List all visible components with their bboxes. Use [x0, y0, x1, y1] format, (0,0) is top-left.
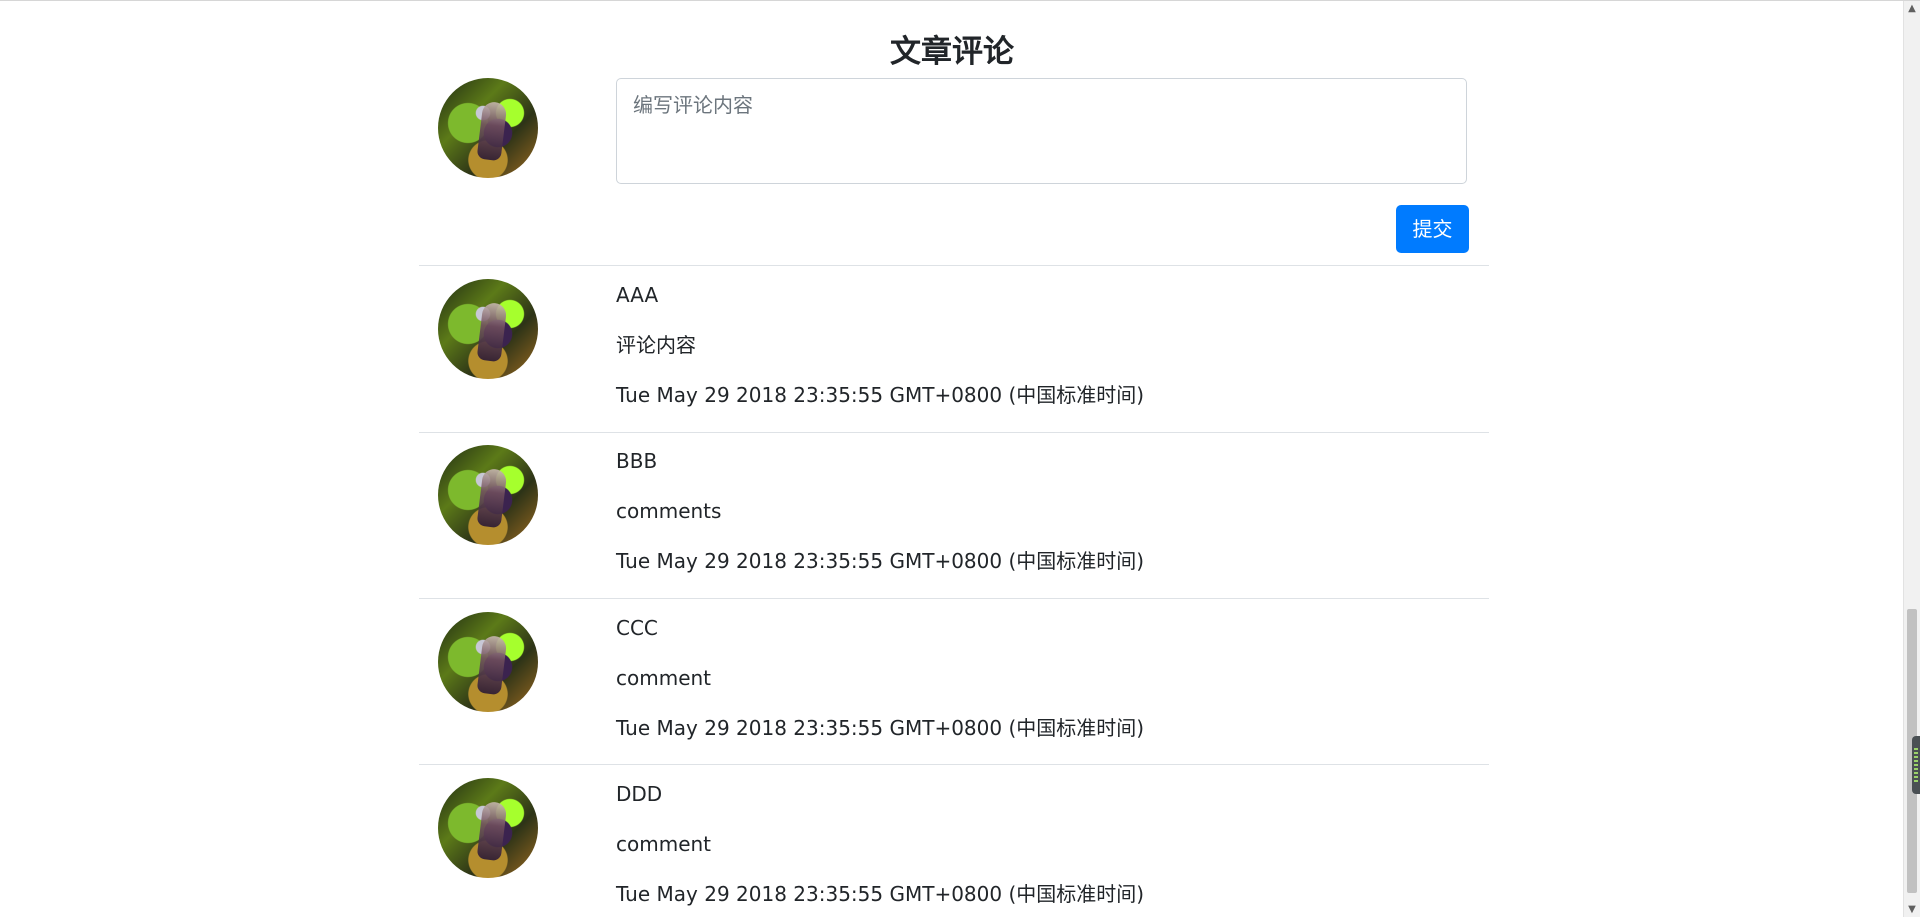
comment-author: DDD — [616, 782, 663, 806]
comment-author: BBB — [616, 449, 658, 473]
comment-avatar — [438, 445, 538, 545]
submit-button[interactable]: 提交 — [1396, 205, 1469, 253]
comment-avatar — [438, 612, 538, 712]
comment-input[interactable] — [616, 78, 1467, 184]
comments-page: 文章评论 提交 AAA 评论内容 Tue May 29 2018 23:35:5… — [0, 0, 1920, 917]
side-panel-handle[interactable] — [1912, 736, 1920, 794]
comment-time: Tue May 29 2018 23:35:55 GMT+0800 (中国标准时… — [616, 716, 1145, 740]
comment-content: comment — [616, 832, 712, 856]
comment-time: Tue May 29 2018 23:35:55 GMT+0800 (中国标准时… — [616, 882, 1145, 906]
page-title: 文章评论 — [890, 33, 1014, 70]
comment-avatar — [438, 778, 538, 878]
current-user-avatar — [438, 78, 538, 178]
comment-content: comments — [616, 499, 722, 523]
comment-divider — [419, 432, 1489, 433]
comment-divider — [419, 265, 1489, 266]
chevron-down-icon[interactable]: ▼ — [1904, 902, 1920, 917]
comment-time: Tue May 29 2018 23:35:55 GMT+0800 (中国标准时… — [616, 383, 1145, 407]
comment-divider — [419, 598, 1489, 599]
comment-author: AAA — [616, 283, 659, 307]
comment-content: 评论内容 — [616, 333, 696, 357]
comment-content: comment — [616, 666, 712, 690]
comment-author: CCC — [616, 616, 658, 640]
comment-time: Tue May 29 2018 23:35:55 GMT+0800 (中国标准时… — [616, 549, 1145, 573]
chevron-up-icon[interactable]: ▲ — [1904, 1, 1920, 17]
comment-avatar — [438, 279, 538, 379]
comment-divider — [419, 764, 1489, 765]
grip-icon — [1914, 748, 1918, 782]
